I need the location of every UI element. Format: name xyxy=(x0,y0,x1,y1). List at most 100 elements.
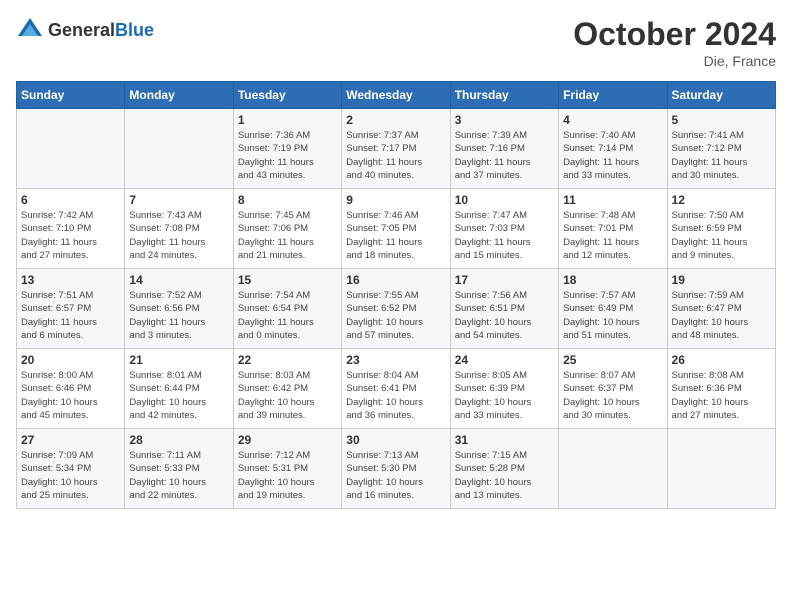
calendar-cell: 25 Sunrise: 8:07 AMSunset: 6:37 PMDayligh… xyxy=(559,349,667,429)
calendar-cell: 5 Sunrise: 7:41 AMSunset: 7:12 PMDaylight… xyxy=(667,109,775,189)
calendar-cell: 12Sunrise: 7:50 AMSunset: 6:59 PMDayligh… xyxy=(667,189,775,269)
day-info: Sunrise: 7:39 AMSunset: 7:16 PMDaylight:… xyxy=(455,129,554,182)
day-info: Sunrise: 7:11 AMSunset: 5:33 PMDaylight:… xyxy=(129,449,228,502)
col-tuesday: Tuesday xyxy=(233,82,341,109)
day-number: 4 xyxy=(563,113,662,127)
day-number: 8 xyxy=(238,193,337,207)
calendar-cell xyxy=(125,109,233,189)
calendar-cell: 22 Sunrise: 8:03 AMSunset: 6:42 PMDayligh… xyxy=(233,349,341,429)
day-info: Sunrise: 8:07 AMSunset: 6:37 PMDaylight:… xyxy=(563,369,662,422)
day-info: Sunrise: 7:37 AMSunset: 7:17 PMDaylight:… xyxy=(346,129,445,182)
calendar-cell: 24 Sunrise: 8:05 AMSunset: 6:39 PMDayligh… xyxy=(450,349,558,429)
day-info: Sunrise: 8:05 AMSunset: 6:39 PMDaylight:… xyxy=(455,369,554,422)
day-info: Sunrise: 7:45 AMSunset: 7:06 PMDaylight:… xyxy=(238,209,337,262)
day-number: 26 xyxy=(672,353,771,367)
day-number: 27 xyxy=(21,433,120,447)
header-row: Sunday Monday Tuesday Wednesday Thursday… xyxy=(17,82,776,109)
calendar-cell: 14 Sunrise: 7:52 AMSunset: 6:56 PMDayligh… xyxy=(125,269,233,349)
day-number: 10 xyxy=(455,193,554,207)
col-monday: Monday xyxy=(125,82,233,109)
day-number: 5 xyxy=(672,113,771,127)
calendar-cell: 29 Sunrise: 7:12 AMSunset: 5:31 PMDayligh… xyxy=(233,429,341,509)
calendar-cell: 3 Sunrise: 7:39 AMSunset: 7:16 PMDaylight… xyxy=(450,109,558,189)
calendar-cell: 26Sunrise: 8:08 AMSunset: 6:36 PMDayligh… xyxy=(667,349,775,429)
calendar-cell: 18Sunrise: 7:57 AMSunset: 6:49 PMDayligh… xyxy=(559,269,667,349)
calendar-cell: 15 Sunrise: 7:54 AMSunset: 6:54 PMDayligh… xyxy=(233,269,341,349)
day-number: 23 xyxy=(346,353,445,367)
calendar-cell: 28Sunrise: 7:11 AMSunset: 5:33 PMDayligh… xyxy=(125,429,233,509)
col-sunday: Sunday xyxy=(17,82,125,109)
calendar-cell xyxy=(17,109,125,189)
day-info: Sunrise: 7:36 AMSunset: 7:19 PMDaylight:… xyxy=(238,129,337,182)
title-block: October 2024 Die, France xyxy=(573,16,776,69)
day-number: 15 xyxy=(238,273,337,287)
calendar-cell xyxy=(667,429,775,509)
day-number: 31 xyxy=(455,433,554,447)
week-row-5: 27 Sunrise: 7:09 AMSunset: 5:34 PMDayligh… xyxy=(17,429,776,509)
day-number: 7 xyxy=(129,193,228,207)
logo-icon xyxy=(16,16,44,44)
day-number: 21 xyxy=(129,353,228,367)
calendar-cell: 11 Sunrise: 7:48 AMSunset: 7:01 PMDayligh… xyxy=(559,189,667,269)
day-info: Sunrise: 7:57 AMSunset: 6:49 PMDaylight:… xyxy=(563,289,662,342)
day-info: Sunrise: 8:04 AMSunset: 6:41 PMDaylight:… xyxy=(346,369,445,422)
col-friday: Friday xyxy=(559,82,667,109)
calendar-cell: 7 Sunrise: 7:43 AMSunset: 7:08 PMDaylight… xyxy=(125,189,233,269)
logo-general: General xyxy=(48,20,115,40)
day-info: Sunrise: 8:03 AMSunset: 6:42 PMDaylight:… xyxy=(238,369,337,422)
calendar-cell: 4 Sunrise: 7:40 AMSunset: 7:14 PMDaylight… xyxy=(559,109,667,189)
day-number: 13 xyxy=(21,273,120,287)
day-info: Sunrise: 7:52 AMSunset: 6:56 PMDaylight:… xyxy=(129,289,228,342)
calendar-cell: 8 Sunrise: 7:45 AMSunset: 7:06 PMDaylight… xyxy=(233,189,341,269)
day-number: 22 xyxy=(238,353,337,367)
day-info: Sunrise: 7:43 AMSunset: 7:08 PMDaylight:… xyxy=(129,209,228,262)
calendar-cell: 23 Sunrise: 8:04 AMSunset: 6:41 PMDayligh… xyxy=(342,349,450,429)
day-info: Sunrise: 7:09 AMSunset: 5:34 PMDaylight:… xyxy=(21,449,120,502)
day-info: Sunrise: 7:42 AMSunset: 7:10 PMDaylight:… xyxy=(21,209,120,262)
day-number: 30 xyxy=(346,433,445,447)
day-number: 14 xyxy=(129,273,228,287)
day-info: Sunrise: 7:12 AMSunset: 5:31 PMDaylight:… xyxy=(238,449,337,502)
day-info: Sunrise: 7:40 AMSunset: 7:14 PMDaylight:… xyxy=(563,129,662,182)
page-header: GeneralBlue October 2024 Die, France xyxy=(16,16,776,69)
day-number: 16 xyxy=(346,273,445,287)
day-info: Sunrise: 7:46 AMSunset: 7:05 PMDaylight:… xyxy=(346,209,445,262)
day-info: Sunrise: 7:56 AMSunset: 6:51 PMDaylight:… xyxy=(455,289,554,342)
calendar-cell: 21 Sunrise: 8:01 AMSunset: 6:44 PMDayligh… xyxy=(125,349,233,429)
week-row-1: 1 Sunrise: 7:36 AMSunset: 7:19 PMDaylight… xyxy=(17,109,776,189)
calendar-cell: 16 Sunrise: 7:55 AMSunset: 6:52 PMDayligh… xyxy=(342,269,450,349)
day-number: 1 xyxy=(238,113,337,127)
location: Die, France xyxy=(573,53,776,69)
calendar-cell: 20Sunrise: 8:00 AMSunset: 6:46 PMDayligh… xyxy=(17,349,125,429)
day-info: Sunrise: 7:48 AMSunset: 7:01 PMDaylight:… xyxy=(563,209,662,262)
month-title: October 2024 xyxy=(573,16,776,53)
day-info: Sunrise: 7:47 AMSunset: 7:03 PMDaylight:… xyxy=(455,209,554,262)
calendar-cell xyxy=(559,429,667,509)
day-number: 25 xyxy=(563,353,662,367)
day-number: 11 xyxy=(563,193,662,207)
col-saturday: Saturday xyxy=(667,82,775,109)
calendar-cell: 19Sunrise: 7:59 AMSunset: 6:47 PMDayligh… xyxy=(667,269,775,349)
day-info: Sunrise: 7:54 AMSunset: 6:54 PMDaylight:… xyxy=(238,289,337,342)
calendar-cell: 9 Sunrise: 7:46 AMSunset: 7:05 PMDaylight… xyxy=(342,189,450,269)
day-info: Sunrise: 7:59 AMSunset: 6:47 PMDaylight:… xyxy=(672,289,771,342)
logo-blue: Blue xyxy=(115,20,154,40)
day-number: 3 xyxy=(455,113,554,127)
day-number: 24 xyxy=(455,353,554,367)
day-info: Sunrise: 7:41 AMSunset: 7:12 PMDaylight:… xyxy=(672,129,771,182)
calendar-cell: 31Sunrise: 7:15 AMSunset: 5:28 PMDayligh… xyxy=(450,429,558,509)
day-number: 6 xyxy=(21,193,120,207)
week-row-4: 20Sunrise: 8:00 AMSunset: 6:46 PMDayligh… xyxy=(17,349,776,429)
calendar-cell: 10 Sunrise: 7:47 AMSunset: 7:03 PMDayligh… xyxy=(450,189,558,269)
day-number: 9 xyxy=(346,193,445,207)
day-number: 12 xyxy=(672,193,771,207)
logo-text: GeneralBlue xyxy=(48,20,154,41)
day-number: 2 xyxy=(346,113,445,127)
calendar-cell: 2 Sunrise: 7:37 AMSunset: 7:17 PMDaylight… xyxy=(342,109,450,189)
calendar-cell: 6 Sunrise: 7:42 AMSunset: 7:10 PMDaylight… xyxy=(17,189,125,269)
day-info: Sunrise: 7:55 AMSunset: 6:52 PMDaylight:… xyxy=(346,289,445,342)
day-info: Sunrise: 8:01 AMSunset: 6:44 PMDaylight:… xyxy=(129,369,228,422)
day-number: 29 xyxy=(238,433,337,447)
calendar-cell: 13Sunrise: 7:51 AMSunset: 6:57 PMDayligh… xyxy=(17,269,125,349)
week-row-3: 13Sunrise: 7:51 AMSunset: 6:57 PMDayligh… xyxy=(17,269,776,349)
